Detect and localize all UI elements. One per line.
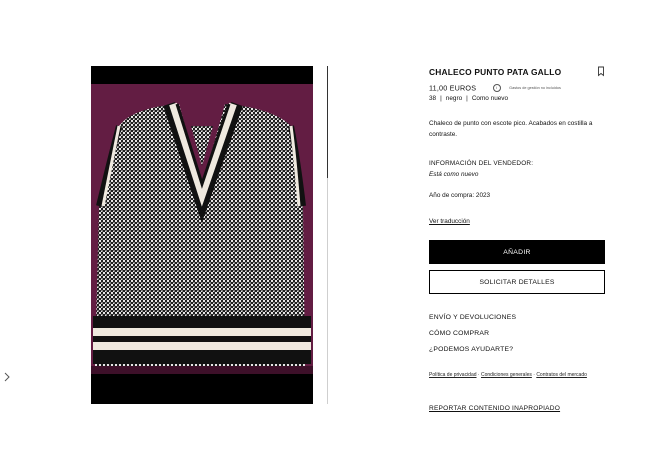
fees-note: Gastos de gestión no incluidos [509,85,561,90]
privacy-policy-link[interactable]: Política de privacidad [429,372,477,378]
how-to-buy-link[interactable]: CÓMO COMPRAR [429,330,489,337]
product-description: Chaleco de punto con escote pico. Acabad… [429,120,593,138]
help-link[interactable]: ¿PODEMOS AYUDARTE? [429,346,513,353]
report-content-link[interactable]: REPORTAR CONTENIDO INAPROPIADO [429,405,560,412]
product-price: 11,00 EUROS [429,83,477,93]
title-row: CHALECO PUNTO PATA GALLO [429,66,605,80]
legal-links: Política de privacidad · Condiciones gen… [429,372,587,378]
product-condition: Como nuevo [471,95,509,102]
product-color: negro [445,95,463,102]
product-image [91,66,313,404]
bookmark-icon[interactable] [597,66,605,77]
seller-note: Está como nuevo [429,171,479,178]
general-conditions-link[interactable]: Condiciones generales [481,372,532,378]
request-details-button[interactable]: SOLICITAR DETALLES [429,270,605,294]
translate-link[interactable]: Ver traducción [429,218,470,225]
market-contracts-link[interactable]: Contratos del mercado [536,372,587,378]
price-row: 11,00 EUROS i Gastos de gestión no inclu… [429,79,561,93]
product-size: 38 [429,95,437,102]
info-icon[interactable]: i [492,83,501,92]
product-title: CHALECO PUNTO PATA GALLO [429,67,562,77]
seller-heading: INFORMACIÓN DEL VENDEDOR: [429,160,534,167]
image-scrollbar-thumb[interactable] [327,66,328,178]
chevron-right-icon[interactable] [2,370,12,384]
purchase-year: Año de compra: 2023 [429,192,491,199]
product-meta: 38 | negro | Como nuevo [429,95,509,102]
shipping-returns-link[interactable]: ENVÍO Y DEVOLUCIONES [429,314,516,321]
add-button[interactable]: AÑADIR [429,240,605,264]
